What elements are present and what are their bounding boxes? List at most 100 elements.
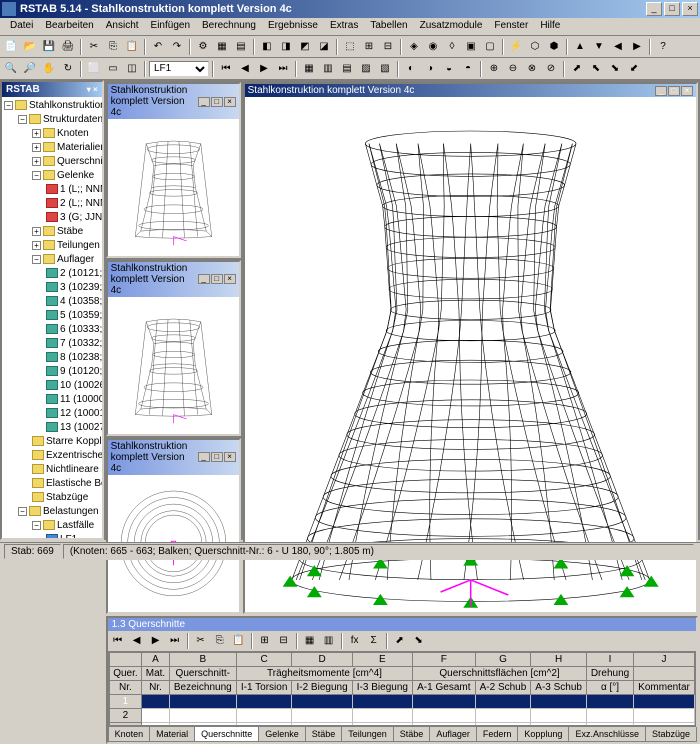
table-tool-icon[interactable]: 📋 [230, 632, 248, 650]
panel-max-icon[interactable]: □ [668, 86, 680, 96]
table-tool-icon[interactable]: ⬈ [391, 632, 409, 650]
tree-node[interactable]: 7 (10332; JJJ JJJ Alpha=-150°) [4, 337, 100, 351]
tab-stabzüge[interactable]: Stabzüge [645, 727, 697, 742]
lightning-icon[interactable]: ⚡ [507, 38, 525, 56]
tool-icon[interactable]: ◒ [440, 60, 458, 78]
panel-min-icon[interactable]: _ [198, 274, 210, 284]
tree-node[interactable]: 5 (10359; JJJ JJJ Alpha=-90°) [4, 309, 100, 323]
panel-close-icon[interactable]: × [681, 86, 693, 96]
panel-max-icon[interactable]: □ [211, 274, 223, 284]
tree-node[interactable]: 13 (10027; JJJ JJJ Alpha=-330°) [4, 421, 100, 435]
tool-icon[interactable]: ▧ [376, 60, 394, 78]
viewport[interactable] [108, 297, 239, 434]
tree-node[interactable]: 8 (10238; JJJ JJJ Alpha=-180°) [4, 351, 100, 365]
tree-node[interactable]: 6 (10333; JJJ JJJ Alpha=-120°) [4, 323, 100, 337]
tree-node[interactable]: −Lastfälle [4, 519, 100, 533]
tab-teilungen[interactable]: Teilungen [341, 727, 394, 742]
tree-node[interactable]: Stabzüge [4, 491, 100, 505]
zoom-icon[interactable]: 🔎 [21, 60, 39, 78]
tree-node[interactable]: 3 (G; JJN JJJ) [4, 211, 100, 225]
panel-min-icon[interactable]: _ [198, 452, 210, 462]
paste-icon[interactable]: 📋 [123, 38, 141, 56]
tool-icon[interactable]: ▨ [357, 60, 375, 78]
panel-max-icon[interactable]: □ [211, 452, 223, 462]
tool-icon[interactable]: ◪ [315, 38, 333, 56]
panel-close-icon[interactable]: × [224, 452, 236, 462]
maximize-button[interactable]: □ [664, 2, 680, 16]
tool-icon[interactable]: ◩ [296, 38, 314, 56]
open-icon[interactable]: 📂 [21, 38, 39, 56]
tool-icon[interactable]: ◐ [402, 60, 420, 78]
tab-querschnitte[interactable]: Querschnitte [194, 727, 259, 742]
menu-berechnung[interactable]: Berechnung [196, 19, 262, 34]
menu-fenster[interactable]: Fenster [488, 19, 534, 34]
table-tool-icon[interactable]: ⏮ [109, 632, 127, 650]
tool-icon[interactable]: ▤ [232, 38, 250, 56]
tool-icon[interactable]: ⬈ [568, 60, 586, 78]
tree-node[interactable]: 12 (10001; JJJ JJJ Alpha=-300°) [4, 407, 100, 421]
tool-icon[interactable]: ▢ [481, 38, 499, 56]
tool-icon[interactable]: ◨ [277, 38, 295, 56]
menu-ergebnisse[interactable]: Ergebnisse [262, 19, 324, 34]
redo-icon[interactable]: ↷ [168, 38, 186, 56]
tool-icon[interactable]: ◊ [443, 38, 461, 56]
panel-close-icon[interactable]: × [224, 274, 236, 284]
tree-node[interactable]: +Materialien [4, 141, 100, 155]
loadcase-select[interactable]: LF1 [149, 61, 209, 77]
tree-node[interactable]: −Auflager [4, 253, 100, 267]
tool-icon[interactable]: ▦ [300, 60, 318, 78]
table-tool-icon[interactable]: ⬊ [410, 632, 428, 650]
menu-extras[interactable]: Extras [324, 19, 364, 34]
tool-icon[interactable]: ▤ [338, 60, 356, 78]
minimize-button[interactable]: _ [646, 2, 662, 16]
tool-icon[interactable]: ◓ [459, 60, 477, 78]
tool-icon[interactable]: ◀ [609, 38, 627, 56]
tree-node[interactable]: Nichtlineare Federn [4, 463, 100, 477]
tool-icon[interactable]: ▲ [571, 38, 589, 56]
zoom-icon[interactable]: 🔍 [2, 60, 20, 78]
tree-node[interactable]: 1 (L;; NNN NJJ) [4, 183, 100, 197]
table-tool-icon[interactable]: ▦ [301, 632, 319, 650]
panel-max-icon[interactable]: □ [211, 97, 223, 107]
tab-stäbe[interactable]: Stäbe [305, 727, 343, 742]
tree-node[interactable]: +Stäbe [4, 225, 100, 239]
print-icon[interactable]: 🖨 [59, 38, 77, 56]
tool-icon[interactable]: ◈ [405, 38, 423, 56]
tool-icon[interactable]: ⚙ [194, 38, 212, 56]
tool-icon[interactable]: ✋ [40, 60, 58, 78]
tool-icon[interactable]: ⬡ [526, 38, 544, 56]
menu-datei[interactable]: Datei [4, 19, 39, 34]
menu-einfügen[interactable]: Einfügen [145, 19, 196, 34]
navigator-tree[interactable]: −Stahlkonstruktion komplett Version 4c*−… [2, 97, 102, 540]
tab-gelenke[interactable]: Gelenke [258, 727, 306, 742]
panel-close-icon[interactable]: × [224, 97, 236, 107]
new-icon[interactable]: 📄 [2, 38, 20, 56]
view-icon[interactable]: ⬜ [85, 60, 103, 78]
tab-federn[interactable]: Federn [476, 727, 519, 742]
viewport[interactable] [108, 119, 239, 256]
tree-node[interactable]: +Querschnitte [4, 155, 100, 169]
menu-zusatzmodule[interactable]: Zusatzmodule [414, 19, 489, 34]
tree-node[interactable]: 4 (10358; JJJ JJJ Alpha=-60°) [4, 295, 100, 309]
tool-icon[interactable]: ⊖ [504, 60, 522, 78]
tool-icon[interactable]: ◉ [424, 38, 442, 56]
help-icon[interactable]: ? [654, 38, 672, 56]
view-icon[interactable]: ◫ [123, 60, 141, 78]
table-tool-icon[interactable]: Σ [365, 632, 383, 650]
tab-material[interactable]: Material [149, 727, 195, 742]
tool-icon[interactable]: ⬚ [341, 38, 359, 56]
table-tool-icon[interactable]: ▶ [147, 632, 165, 650]
table-tool-icon[interactable]: ⊟ [275, 632, 293, 650]
tool-icon[interactable]: ⬊ [606, 60, 624, 78]
table-tool-icon[interactable]: ⊞ [256, 632, 274, 650]
tree-node[interactable]: Elastische Bettungen [4, 477, 100, 491]
tool-icon[interactable]: ⊟ [379, 38, 397, 56]
tool-icon[interactable]: ⊘ [542, 60, 560, 78]
tree-node[interactable]: −Strukturdaten [4, 113, 100, 127]
viewport-main[interactable] [245, 97, 696, 612]
tab-stäbe[interactable]: Stäbe [393, 727, 431, 742]
tool-icon[interactable]: ◑ [421, 60, 439, 78]
table-tool-icon[interactable]: ⎘ [211, 632, 229, 650]
tool-icon[interactable]: ⊞ [360, 38, 378, 56]
tool-icon[interactable]: ⬢ [545, 38, 563, 56]
